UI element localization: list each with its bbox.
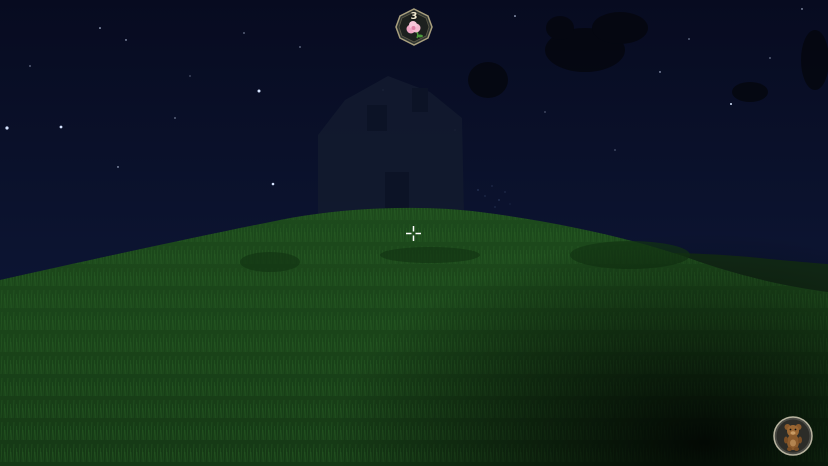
companion-button[interactable] [773,416,813,456]
game-viewport[interactable]: 3 [0,0,828,466]
collectible-count: 3 [410,11,418,22]
crosshair-icon [406,226,421,241]
flower-collectible-counter[interactable]: 3 [395,8,433,46]
teddy-bear-icon [773,416,813,456]
